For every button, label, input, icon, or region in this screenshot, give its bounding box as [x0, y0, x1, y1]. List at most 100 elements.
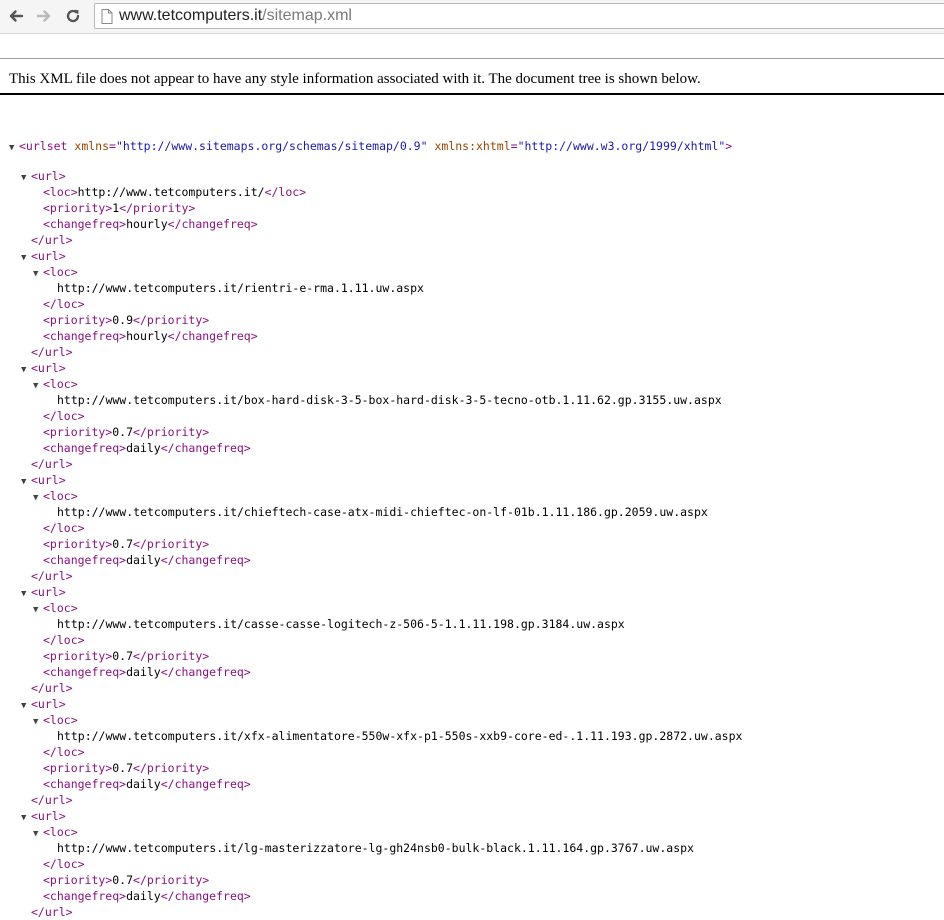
- changefreq-line: <changefreq>hourly</changefreq>: [9, 328, 742, 344]
- changefreq-close-tag: </changefreq>: [160, 889, 251, 903]
- changefreq-value: daily: [126, 889, 161, 903]
- loc-open-line: ▼ <loc>: [9, 712, 742, 728]
- loc-line: <loc>http://www.tetcomputers.it/</loc>: [9, 184, 742, 200]
- reload-icon: [66, 9, 80, 23]
- priority-value: 0.9: [112, 313, 134, 327]
- collapse-triangle-icon[interactable]: ▼: [21, 362, 31, 378]
- urlset-open-tag: <urlset: [19, 139, 68, 153]
- url-close-line: </url>: [9, 344, 742, 360]
- loc-value: http://www.tetcomputers.it/box-hard-disk…: [57, 393, 722, 407]
- priority-line: <priority>0.7</priority>: [9, 536, 742, 552]
- priority-value: 0.7: [112, 537, 134, 551]
- collapse-triangle-icon[interactable]: ▼: [33, 266, 43, 282]
- url-close-line: </url>: [9, 232, 742, 248]
- loc-open-tag: <loc>: [43, 601, 78, 615]
- url-close-line: </url>: [9, 456, 742, 472]
- changefreq-value: daily: [126, 777, 161, 791]
- url-path: /sitemap.xml: [262, 7, 352, 24]
- changefreq-open-tag: <changefreq>: [43, 329, 127, 343]
- collapse-triangle-icon[interactable]: ▼: [21, 170, 31, 186]
- url-close-line: </url>: [9, 792, 742, 808]
- url-open-line: ▼ <url>: [9, 248, 742, 264]
- priority-close-tag: </priority>: [133, 649, 210, 663]
- url-open-line: ▼ <url>: [9, 696, 742, 712]
- collapse-triangle-icon[interactable]: ▼: [33, 826, 43, 842]
- priority-close-tag: </priority>: [133, 425, 210, 439]
- collapse-triangle-icon[interactable]: ▼: [33, 714, 43, 730]
- forward-arrow-icon: [36, 10, 51, 22]
- url-close-line: </url>: [9, 904, 742, 920]
- url-close-tag: </url>: [31, 345, 73, 359]
- collapse-triangle-icon[interactable]: ▼: [33, 602, 43, 618]
- loc-open-tag: <loc>: [43, 489, 78, 503]
- changefreq-open-tag: <changefreq>: [43, 441, 127, 455]
- url-open-tag: <url>: [31, 697, 66, 711]
- url-close-tag: </url>: [31, 905, 73, 919]
- address-bar[interactable]: www.tetcomputers.it/sitemap.xml: [94, 3, 944, 29]
- url-open-line: ▼ <url>: [9, 472, 742, 488]
- url-open-tag: <url>: [31, 249, 66, 263]
- loc-value: http://www.tetcomputers.it/: [77, 185, 265, 199]
- changefreq-close-tag: </changefreq>: [160, 553, 251, 567]
- url-open-line: ▼ <url>: [9, 168, 742, 184]
- loc-value-line: http://www.tetcomputers.it/chieftech-cas…: [9, 504, 742, 520]
- collapse-triangle-icon[interactable]: ▼: [21, 474, 31, 490]
- collapse-triangle-icon[interactable]: ▼: [9, 140, 19, 156]
- url-close-line: </url>: [9, 680, 742, 696]
- url-open-tag: <url>: [31, 585, 66, 599]
- url-open-tag: <url>: [31, 809, 66, 823]
- collapse-triangle-icon[interactable]: ▼: [21, 810, 31, 826]
- collapse-triangle-icon[interactable]: ▼: [33, 490, 43, 506]
- priority-open-tag: <priority>: [43, 873, 113, 887]
- attr-name-xmlns-xhtml: xmlns:xhtml: [434, 139, 511, 153]
- collapse-triangle-icon[interactable]: ▼: [21, 698, 31, 714]
- collapse-triangle-icon[interactable]: ▼: [21, 586, 31, 602]
- changefreq-value: hourly: [126, 217, 168, 231]
- changefreq-line: <changefreq>daily</changefreq>: [9, 664, 742, 680]
- info-divider: [0, 93, 944, 95]
- loc-value: http://www.tetcomputers.it/lg-masterizza…: [57, 841, 694, 855]
- loc-open-line: ▼ <loc>: [9, 824, 742, 840]
- changefreq-close-tag: </changefreq>: [167, 217, 258, 231]
- priority-close-tag: </priority>: [133, 873, 210, 887]
- loc-value-line: http://www.tetcomputers.it/xfx-alimentat…: [9, 728, 742, 744]
- priority-line: <priority>0.7</priority>: [9, 648, 742, 664]
- toolbar-separator: [0, 33, 944, 34]
- url-open-tag: <url>: [31, 169, 66, 183]
- changefreq-line: <changefreq>daily</changefreq>: [9, 888, 742, 904]
- changefreq-close-tag: </changefreq>: [160, 777, 251, 791]
- browser-toolbar: www.tetcomputers.it/sitemap.xml: [0, 0, 944, 33]
- priority-open-tag: <priority>: [43, 761, 113, 775]
- changefreq-value: daily: [126, 441, 161, 455]
- address-url[interactable]: www.tetcomputers.it/sitemap.xml: [119, 7, 352, 25]
- priority-close-tag: </priority>: [133, 537, 210, 551]
- forward-button[interactable]: [33, 5, 55, 27]
- loc-value: http://www.tetcomputers.it/casse-casse-l…: [57, 617, 625, 631]
- priority-value: 0.7: [112, 873, 134, 887]
- loc-open-tag: <loc>: [43, 825, 78, 839]
- collapse-triangle-icon[interactable]: ▼: [21, 250, 31, 266]
- loc-close-tag: </loc>: [264, 185, 307, 199]
- loc-value: http://www.tetcomputers.it/rientri-e-rma…: [57, 281, 424, 295]
- changefreq-value: hourly: [126, 329, 168, 343]
- url-close-tag: </url>: [31, 233, 73, 247]
- loc-close-line: </loc>: [9, 520, 742, 536]
- loc-open-line: ▼ <loc>: [9, 376, 742, 392]
- priority-open-tag: <priority>: [43, 649, 113, 663]
- changefreq-line: <changefreq>daily</changefreq>: [9, 776, 742, 792]
- loc-close-tag: </loc>: [43, 633, 85, 647]
- url-close-tag: </url>: [31, 457, 73, 471]
- changefreq-open-tag: <changefreq>: [43, 889, 127, 903]
- changefreq-open-tag: <changefreq>: [43, 553, 127, 567]
- loc-close-line: </loc>: [9, 856, 742, 872]
- url-open-tag: <url>: [31, 361, 66, 375]
- reload-button[interactable]: [62, 5, 84, 27]
- loc-open-line: ▼ <loc>: [9, 488, 742, 504]
- xml-tree: ▼ <urlset xmlns="http://www.sitemaps.org/…: [9, 110, 742, 920]
- loc-open-tag: <loc>: [43, 377, 78, 391]
- priority-line: <priority>0.9</priority>: [9, 312, 742, 328]
- back-button[interactable]: [5, 5, 27, 27]
- collapse-triangle-icon[interactable]: ▼: [33, 378, 43, 394]
- loc-open-line: ▼ <loc>: [9, 264, 742, 280]
- priority-open-tag: <priority>: [43, 537, 113, 551]
